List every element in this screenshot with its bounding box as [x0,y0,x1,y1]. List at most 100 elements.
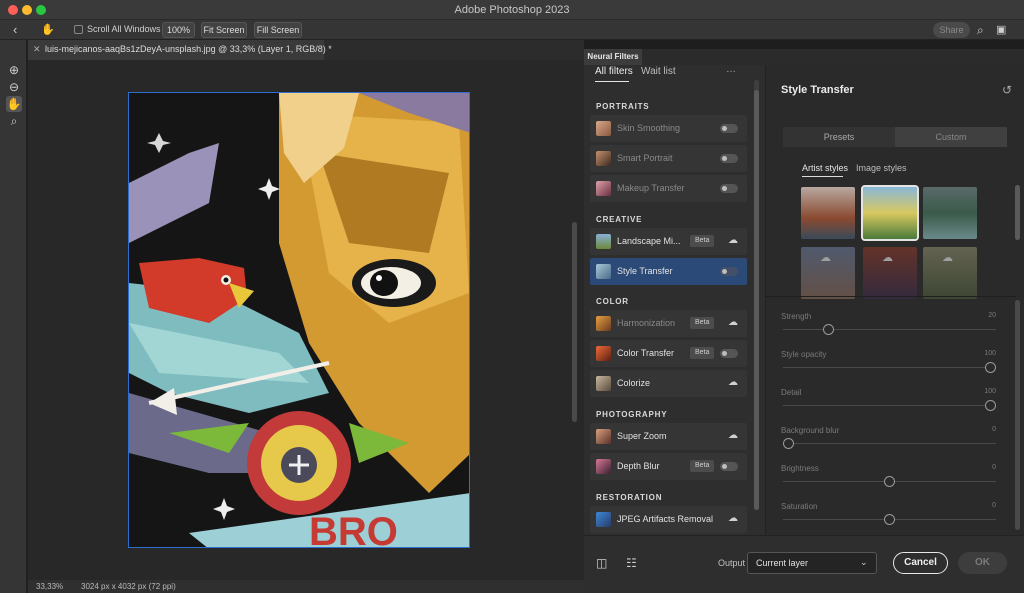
tab-image-styles[interactable]: Image styles [856,163,907,173]
output-select-value: Current layer [756,558,809,568]
cloud-download-icon[interactable]: ☁ [728,430,738,441]
segment-presets[interactable]: Presets [783,127,895,147]
share-button[interactable]: Share [933,22,970,38]
colorize-thumbnail [596,376,611,391]
hand-tool-icon[interactable]: ✋ [6,96,22,112]
filter-jpeg-artifacts-removal[interactable]: JPEG Artifacts Removal ☁ [590,506,747,533]
cloud-download-icon[interactable]: ☁ [728,377,738,388]
document-tab[interactable]: ✕ luis-mejicanos-aaqBs1zDeyA-unsplash.jp… [28,40,332,60]
style-transfer-title: Style Transfer [781,84,854,96]
style-thumbnail-2[interactable] [861,185,919,241]
style-thumbnail-3[interactable] [923,187,977,239]
filter-label: Landscape Mi... [617,236,681,246]
beta-badge: Beta [690,347,715,359]
style-thumbnail-4[interactable]: ☁ [801,247,855,299]
title-bar: Adobe Photoshop 2023 [0,0,1024,20]
color-transfer-toggle[interactable] [720,349,738,358]
style-transfer-toggle[interactable] [720,267,738,276]
fit-screen-button[interactable]: Fit Screen [201,22,247,38]
filter-colorize[interactable]: Colorize ☁ [590,370,747,397]
zoom-100-button[interactable]: 100% [162,22,195,38]
slider-track[interactable] [783,329,996,330]
ok-button[interactable]: OK [958,552,1007,574]
canvas-area[interactable]: BRO [28,60,584,580]
zoom-readout[interactable]: 33,33% [36,580,63,593]
filter-super-zoom[interactable]: Super Zoom ☁ [590,423,747,450]
cancel-button[interactable]: Cancel [893,552,948,574]
slider-track[interactable] [783,443,996,444]
style-thumbnail-5[interactable]: ☁ [863,247,917,299]
slider-track[interactable] [783,367,996,368]
artwork-image: BRO [129,93,469,547]
tab-wait-list[interactable]: Wait list [641,66,676,77]
scroll-all-windows-label: Scroll All Windows [87,24,161,34]
smart-portrait-toggle[interactable] [720,154,738,163]
slider-handle[interactable] [884,514,895,525]
filter-list-scroll-thumb[interactable] [754,90,759,510]
filter-label: Style Transfer [617,266,673,276]
filter-label: Smart Portrait [617,153,673,163]
filter-label: Depth Blur [617,461,660,471]
slider-value: 20 [988,312,996,319]
tab-artist-styles[interactable]: Artist styles [802,163,848,173]
color-transfer-thumbnail [596,346,611,361]
super-zoom-thumbnail [596,429,611,444]
zoom-out-icon[interactable]: ⊖ [6,79,22,95]
hand-icon[interactable]: ✋ [41,22,55,38]
slider-handle[interactable] [985,400,996,411]
close-tab-icon[interactable]: ✕ [33,44,41,55]
output-select[interactable]: Current layer ⌄ [747,552,877,574]
reset-icon[interactable]: ↺ [1002,83,1012,97]
slider-value: 0 [992,426,996,433]
smart-portrait-thumbnail [596,151,611,166]
filter-style-transfer[interactable]: Style Transfer [590,258,747,285]
cloud-download-icon[interactable]: ☁ [728,317,738,328]
slider-label: Strength [781,312,812,321]
style-thumbnail-1[interactable] [801,187,855,239]
section-creative: CREATIVE [596,215,643,224]
filter-landscape-mixer[interactable]: Landscape Mi... Beta ☁ [590,228,747,255]
depth-blur-toggle[interactable] [720,462,738,471]
layers-icon[interactable]: ☷ [626,556,637,570]
filter-label: JPEG Artifacts Removal [617,514,714,524]
filter-skin-smoothing[interactable]: Skin Smoothing [590,115,747,142]
chevron-left-icon[interactable]: ‹ [13,22,17,38]
tab-all-filters[interactable]: All filters [595,66,633,77]
document-image[interactable]: BRO [128,92,470,548]
output-label: Output [718,558,746,568]
slider-handle[interactable] [783,438,794,449]
zoom-in-icon[interactable]: ⊕ [6,62,22,78]
cloud-download-icon[interactable]: ☁ [728,513,738,524]
styles-scrollbar[interactable] [1015,185,1020,240]
slider-track[interactable] [783,405,996,406]
makeup-transfer-toggle[interactable] [720,184,738,193]
filter-smart-portrait[interactable]: Smart Portrait [590,145,747,172]
slider-handle[interactable] [884,476,895,487]
neural-filters-tab[interactable]: Neural Filters [584,49,642,65]
skin-smoothing-toggle[interactable] [720,124,738,133]
style-thumbnail-6[interactable]: ☁ [923,247,977,299]
filter-color-transfer[interactable]: Color Transfer Beta [590,340,747,367]
scroll-all-windows-checkbox[interactable] [74,25,83,34]
slider-handle[interactable] [985,362,996,373]
segment-custom[interactable]: Custom [895,127,1007,147]
subtab-underline [802,176,843,177]
filter-makeup-transfer[interactable]: Makeup Transfer [590,175,747,202]
filter-depth-blur[interactable]: Depth Blur Beta [590,453,747,480]
preview-toggle-icon[interactable]: ◫ [596,556,607,570]
cloud-download-icon[interactable]: ☁ [728,235,738,246]
filter-label: Makeup Transfer [617,183,685,193]
workspace-icon[interactable]: ▣ [996,22,1006,38]
document-dimensions: 3024 px x 4032 px (72 ppi) [81,582,176,591]
sliders-scrollbar[interactable] [1015,300,1020,530]
slider-value: 100 [984,350,996,357]
fill-screen-button[interactable]: Fill Screen [254,22,302,38]
search-icon[interactable]: ⌕ [977,22,984,38]
filter-list-scrollbar[interactable] [754,80,759,510]
filter-harmonization[interactable]: Harmonization Beta ☁ [590,310,747,337]
slider-value: 0 [992,502,996,509]
magnifier-icon[interactable]: ⌕ [6,113,22,129]
canvas-vertical-scrollbar[interactable] [572,222,577,422]
section-photography: PHOTOGRAPHY [596,410,668,419]
more-options-icon[interactable]: … [726,64,736,75]
